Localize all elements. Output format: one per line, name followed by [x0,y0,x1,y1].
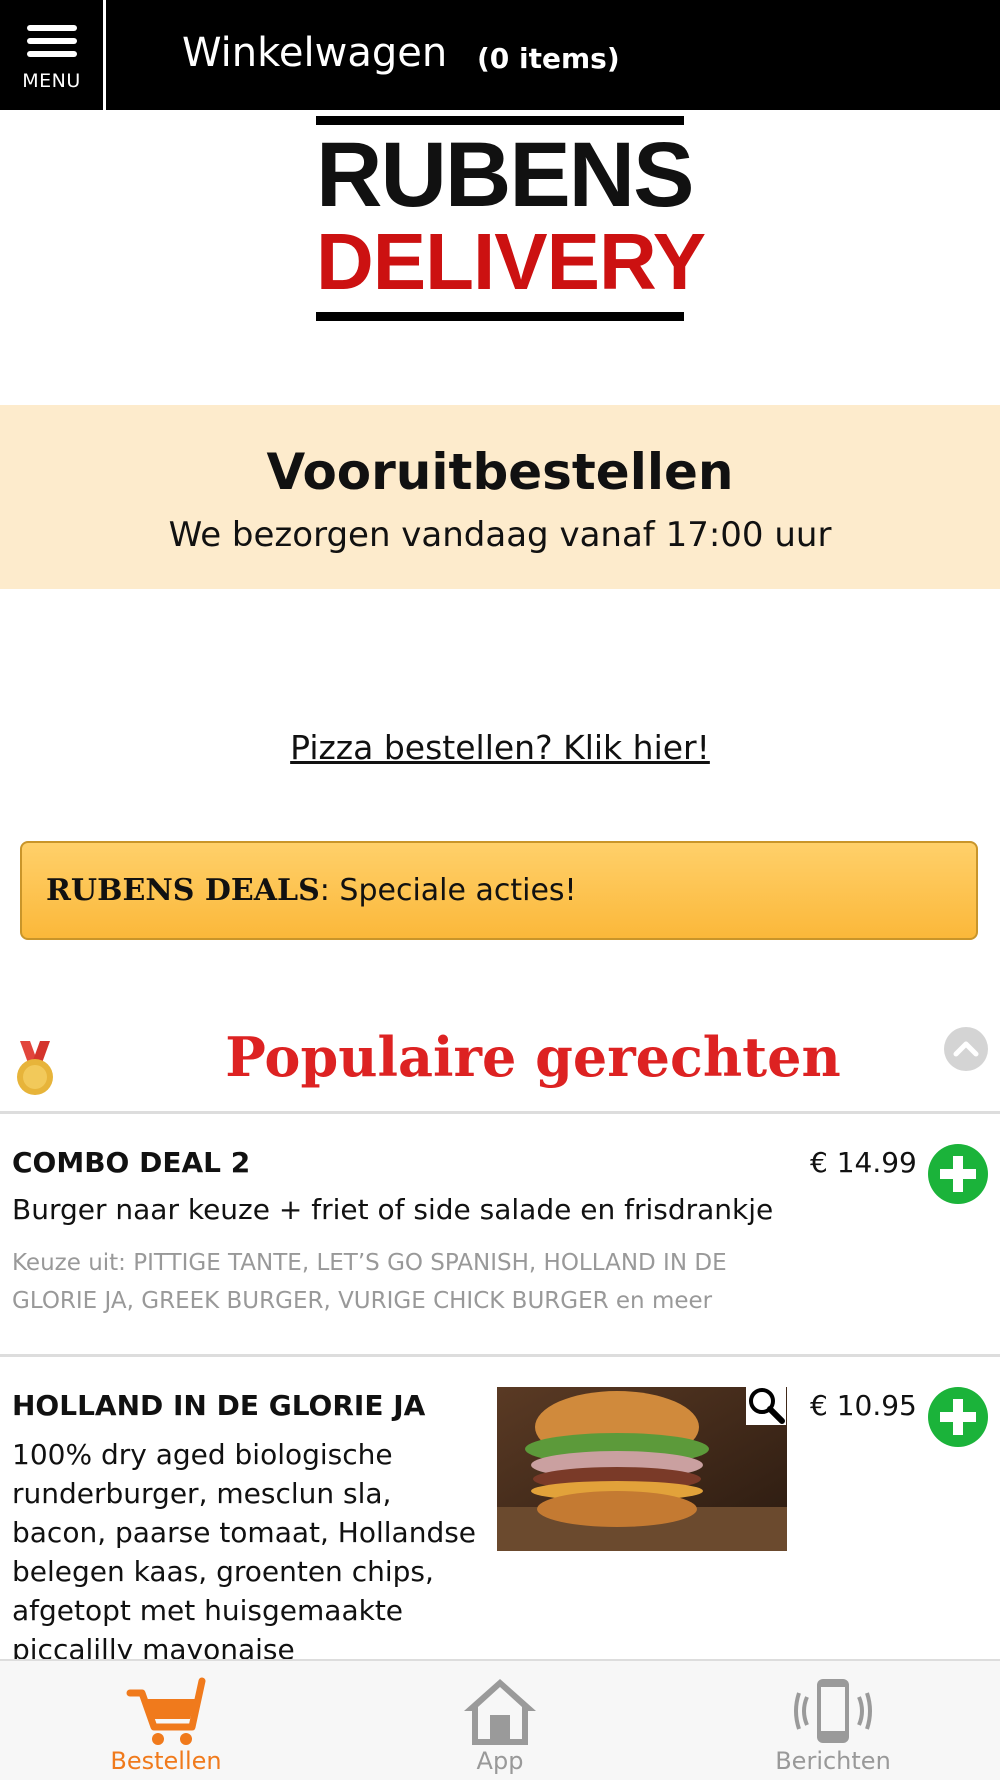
nav-label: Bestellen [110,1747,222,1775]
item-name: COMBO DEAL 2 [12,1146,251,1179]
menu-item[interactable]: HOLLAND IN DE GLORIE JA 100% dry aged bi… [0,1357,1000,1666]
nav-berichten[interactable]: Berichten [733,1661,933,1780]
preorder-subtitle: We bezorgen vandaag vanaf 17:00 uur [168,515,832,555]
zoom-button[interactable] [746,1385,786,1425]
pizza-order-link[interactable]: Pizza bestellen? Klik hier! [0,728,1000,767]
hamburger-icon [26,18,77,64]
preorder-banner: Vooruitbestellen We bezorgen vandaag van… [0,405,1000,589]
menu-button[interactable]: MENU [0,0,106,110]
nav-label: Berichten [775,1747,891,1775]
logo-line-2: DELIVERY [316,217,706,306]
top-bar: MENU Winkelwagen (0 items) [0,0,1000,110]
add-to-cart-button[interactable] [928,1144,988,1204]
bottom-navigation: Bestellen App Berichten [0,1659,1000,1780]
deals-title: RUBENS DEALS [46,873,320,908]
nav-app[interactable]: App [400,1661,600,1780]
section-header: Populaire gerechten [0,1015,1000,1114]
home-icon [464,1679,536,1745]
cart-title[interactable]: Winkelwagen [182,30,447,76]
phone-icon [794,1679,872,1743]
burger-photo[interactable] [497,1387,787,1551]
nav-bestellen[interactable]: Bestellen [66,1661,266,1780]
chevron-up-icon [953,1041,979,1057]
item-price: € 14.99 [810,1146,917,1179]
collapse-button[interactable] [944,1027,988,1071]
item-note: Keuze uit: PITTIGE TANTE, LET’S GO SPANI… [12,1250,727,1314]
logo-line-1: RUBENS [316,124,694,226]
item-name: HOLLAND IN DE GLORIE JA [12,1389,426,1422]
add-to-cart-button[interactable] [928,1387,988,1447]
menu-label: MENU [22,70,81,92]
preorder-title: Vooruitbestellen [266,443,734,501]
menu-item[interactable]: COMBO DEAL 2 € 14.99 Burger naar keuze +… [0,1114,1000,1357]
deals-text: : Speciale acties! [319,873,577,908]
item-price: € 10.95 [810,1389,917,1422]
section-title: Populaire gerechten [225,1025,841,1089]
magnifier-icon [749,1388,785,1424]
deals-banner[interactable]: RUBENS DEALS: Speciale acties! [20,841,978,940]
cart-icon [126,1677,206,1745]
item-description: Burger naar keuze + friet of side salade… [12,1193,774,1226]
item-description: 100% dry aged biologische runderburger, … [12,1438,477,1666]
nav-label: App [476,1747,524,1775]
brand-logo: RUBENS DELIVERY [316,116,706,322]
cart-count: (0 items) [477,42,620,75]
